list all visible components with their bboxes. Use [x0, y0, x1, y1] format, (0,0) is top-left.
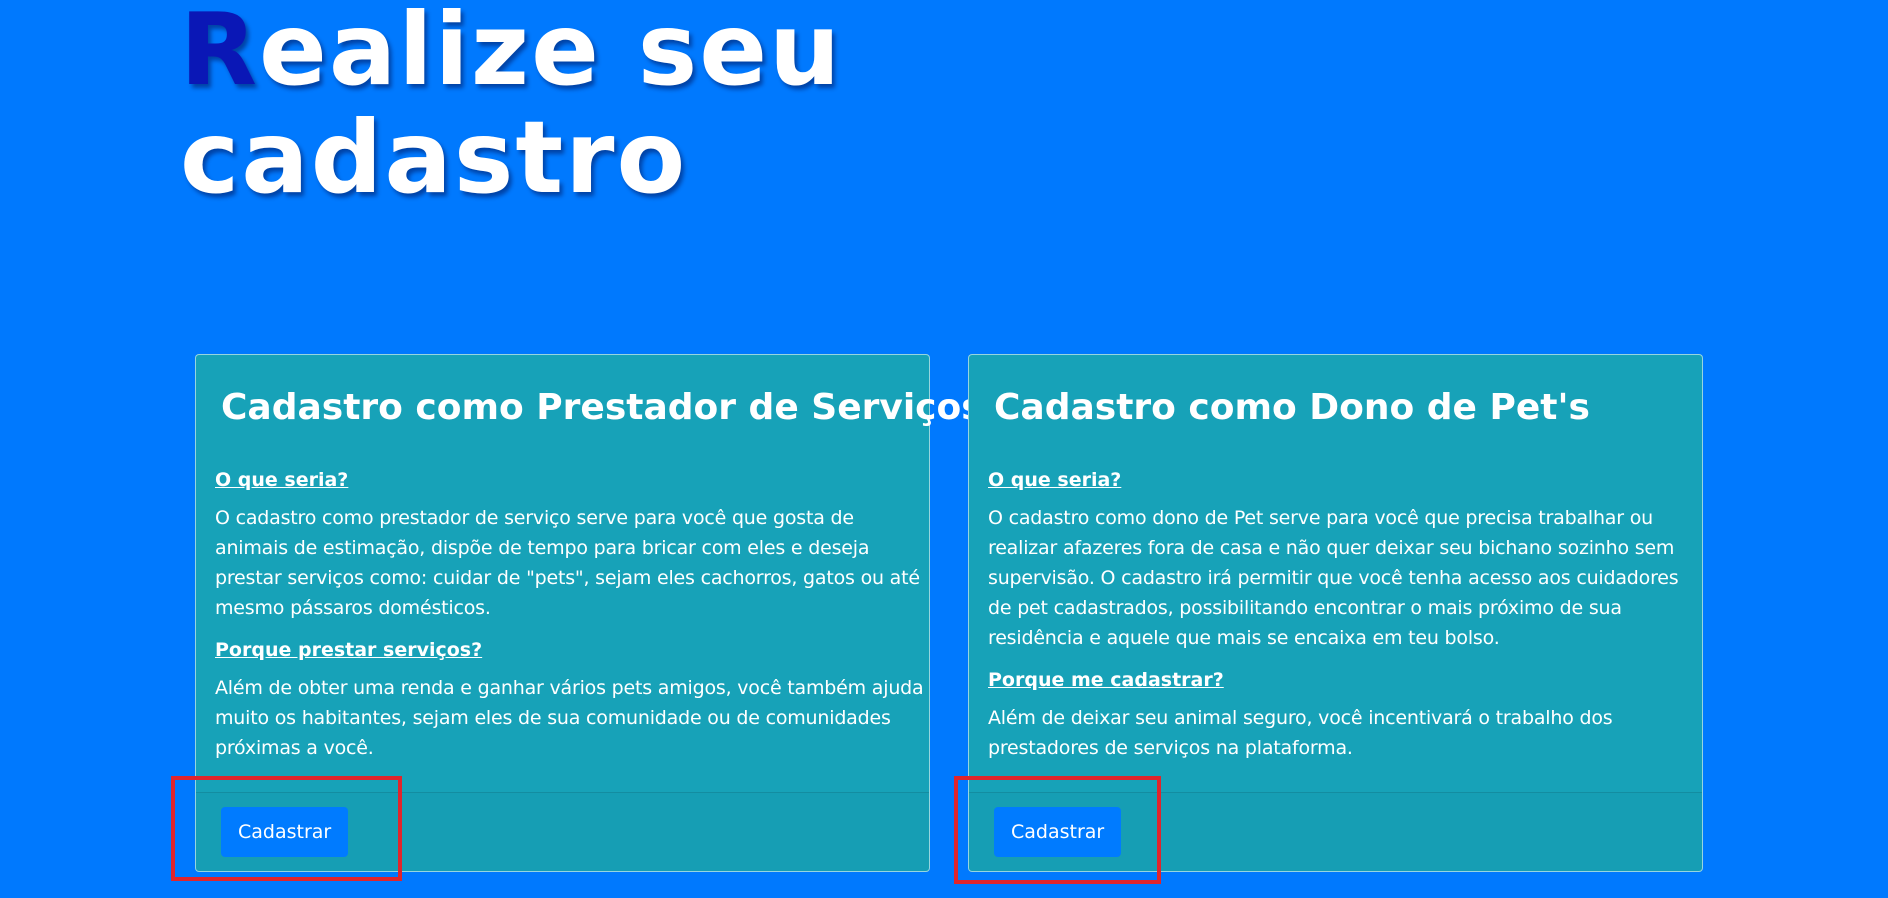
what-heading: O que seria?	[988, 469, 1122, 491]
why-heading: Porque prestar serviços?	[215, 639, 483, 661]
card-title: Cadastro como Prestador de Serviços	[221, 387, 983, 428]
what-text: O cadastro como prestador de serviço ser…	[215, 507, 920, 619]
card-body: Cadastro como Dono de Pet's O que seria?…	[969, 355, 1702, 763]
why-text: Além de deixar seu animal seguro, você i…	[988, 707, 1613, 759]
card-footer: Cadastrar	[969, 792, 1702, 871]
what-heading: O que seria?	[215, 469, 349, 491]
register-owner-button[interactable]: Cadastrar	[994, 807, 1122, 857]
title-initial: R	[180, 0, 260, 108]
card-title: Cadastro como Dono de Pet's	[994, 387, 1590, 428]
why-text: Além de obter uma renda e ganhar vários …	[215, 677, 924, 759]
pet-owner-card: Cadastro como Dono de Pet's O que seria?…	[968, 354, 1703, 872]
register-provider-button[interactable]: Cadastrar	[221, 807, 349, 857]
service-provider-card: Cadastro como Prestador de Serviços O qu…	[195, 354, 983, 872]
page-title: Realize seu cadastro	[180, 0, 980, 212]
card-footer: Cadastrar	[196, 792, 929, 871]
card-body: Cadastro como Prestador de Serviços O qu…	[196, 355, 983, 763]
title-rest: ealize seu cadastro	[180, 0, 843, 216]
why-heading: Porque me cadastrar?	[988, 669, 1224, 691]
what-text: O cadastro como dono de Pet serve para v…	[988, 507, 1679, 649]
